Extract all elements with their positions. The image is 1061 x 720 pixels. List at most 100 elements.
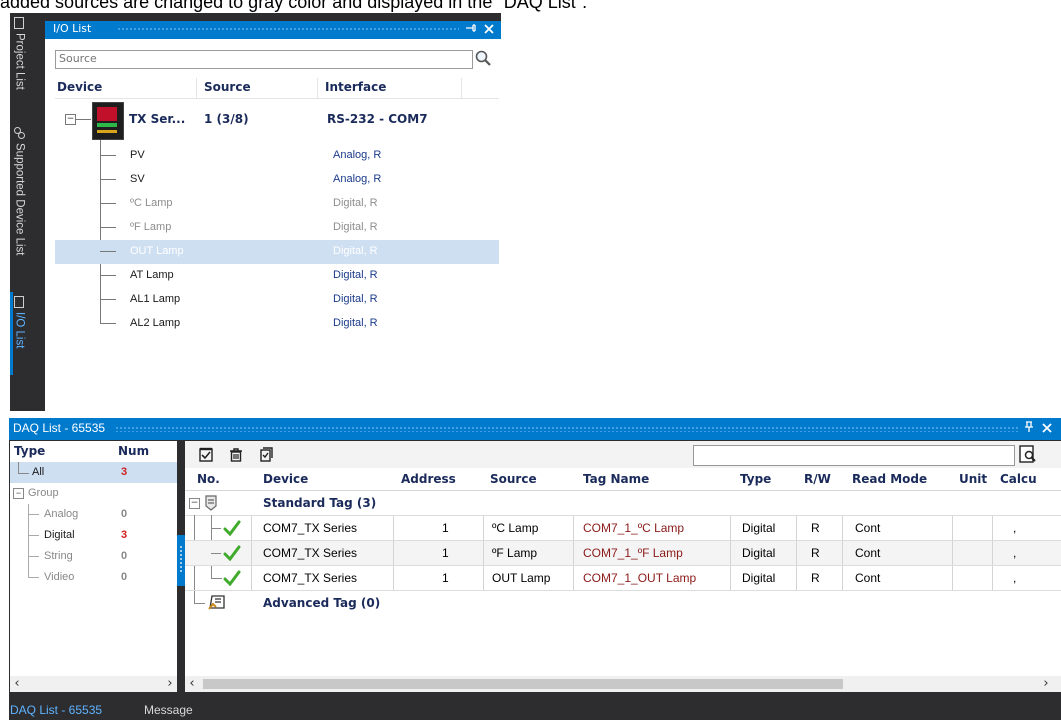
collapse-icon[interactable]: − <box>13 488 24 499</box>
side-tab-project-list[interactable]: Project List <box>10 13 29 109</box>
tree-line <box>29 514 39 515</box>
scroll-left-icon[interactable]: ‹ <box>185 676 199 692</box>
scroll-left-icon[interactable]: ‹ <box>10 676 24 692</box>
cell-divider <box>573 541 574 565</box>
list-icon <box>14 17 24 29</box>
pin-icon[interactable] <box>1021 420 1037 438</box>
daq-toolbar <box>185 441 1061 468</box>
device-source-count: 1 (3/8) <box>204 112 249 126</box>
source-row-c-lamp[interactable]: ºC Lamp Digital, R <box>55 192 499 216</box>
tag-row[interactable]: COM7_TX Series 1 ºF Lamp COM7_1_ºF Lamp … <box>185 541 1061 566</box>
cell-divider <box>393 516 394 540</box>
type-row-all[interactable]: All 3 <box>10 462 177 483</box>
type-count: 0 <box>121 508 128 520</box>
col-rw[interactable]: R/W <box>804 472 831 486</box>
type-row-string[interactable]: String 0 <box>10 546 177 567</box>
check-all-icon[interactable] <box>195 445 217 465</box>
cell-device: COM7_TX Series <box>263 521 358 535</box>
type-filter-panel: Type Num All 3 − Group Analog 0 Digital … <box>10 441 177 692</box>
search-icon[interactable] <box>474 49 492 67</box>
tree-line <box>29 535 39 536</box>
type-row-digital[interactable]: Digital 3 <box>10 525 177 546</box>
cell-tag-name: COM7_1_OUT Lamp <box>583 571 697 585</box>
group-row-standard[interactable]: − Standard Tag (3) <box>185 491 1061 516</box>
side-tab-supported-device-list[interactable]: Supported Device List <box>10 123 29 295</box>
type-row-analog[interactable]: Analog 0 <box>10 504 177 525</box>
daq-list-title: DAQ List - 65535 <box>13 421 106 435</box>
side-tab-label: Supported Device List <box>13 143 26 256</box>
col-unit[interactable]: Unit <box>959 472 987 486</box>
cell-divider <box>483 516 484 540</box>
cell-divider <box>573 516 574 540</box>
tree-line <box>100 299 116 300</box>
source-row-al2-lamp[interactable]: AL2 Lamp Digital, R <box>55 312 499 336</box>
splitter-grip[interactable] <box>177 535 185 586</box>
tree-line <box>100 227 116 228</box>
search-icon[interactable] <box>1018 444 1040 466</box>
cell-divider <box>483 566 484 590</box>
cell-divider <box>992 566 993 590</box>
tree-line <box>29 556 39 557</box>
col-device[interactable]: Device <box>263 472 308 486</box>
close-icon[interactable] <box>481 21 497 39</box>
daq-list-titlebar: DAQ List - 65535 <box>9 418 1061 440</box>
daq-tag-panel: No. Device Address Source Tag Name Type … <box>185 441 1061 692</box>
type-panel-scrollbar[interactable]: ‹ › <box>10 676 177 692</box>
io-search-field[interactable] <box>55 50 473 69</box>
col-source[interactable]: Source <box>204 80 251 94</box>
collapse-icon[interactable]: − <box>189 498 200 509</box>
side-tab-io-list[interactable]: I/O List <box>10 292 29 375</box>
grid-scrollbar[interactable]: ‹ › <box>185 676 1061 692</box>
source-row-sv[interactable]: SV Analog, R <box>55 168 499 192</box>
pin-icon[interactable] <box>463 21 479 39</box>
cell-divider <box>251 516 252 540</box>
tab-message[interactable]: Message <box>144 703 193 717</box>
tag-row[interactable]: COM7_TX Series 1 ºC Lamp COM7_1_ºC Lamp … <box>185 516 1061 541</box>
scroll-right-icon[interactable]: › <box>1039 676 1053 692</box>
source-row-al1-lamp[interactable]: AL1 Lamp Digital, R <box>55 288 499 312</box>
tag-search-field[interactable] <box>693 445 1015 466</box>
source-row-at-lamp[interactable]: AT Lamp Digital, R <box>55 264 499 288</box>
delete-icon[interactable] <box>225 445 247 465</box>
col-address[interactable]: Address <box>401 472 456 486</box>
device-name: TX Ser... <box>129 112 186 126</box>
group-label: Advanced Tag (0) <box>263 596 381 610</box>
source-row-f-lamp[interactable]: ºF Lamp Digital, R <box>55 216 499 240</box>
panel-splitter[interactable] <box>177 441 185 692</box>
cell-divider <box>796 516 797 540</box>
col-read-mode[interactable]: Read Mode <box>852 472 927 486</box>
col-device[interactable]: Device <box>57 80 102 94</box>
col-tag-name[interactable]: Tag Name <box>583 472 649 486</box>
source-row-out-lamp[interactable]: OUT Lamp Digital, R <box>55 240 499 264</box>
type-row-group[interactable]: − Group <box>10 483 177 504</box>
cell-divider <box>992 541 993 565</box>
cell-address: 1 <box>442 546 449 560</box>
scroll-thumb[interactable] <box>203 679 843 689</box>
io-search-input[interactable] <box>56 51 472 66</box>
cell-type: Digital <box>742 571 776 585</box>
col-no[interactable]: No. <box>197 472 220 486</box>
io-icon <box>14 296 24 308</box>
col-type[interactable]: Type <box>14 444 45 458</box>
advanced-tag-icon <box>207 594 227 615</box>
cell-source: ºF Lamp <box>492 546 538 560</box>
cell-divider <box>952 516 953 540</box>
tree-line <box>100 323 116 324</box>
tag-settings-icon[interactable] <box>255 445 277 465</box>
tag-row[interactable]: COM7_TX Series 1 OUT Lamp COM7_1_OUT Lam… <box>185 566 1061 591</box>
cell-divider <box>796 566 797 590</box>
col-num[interactable]: Num <box>118 444 149 458</box>
source-name: AL2 Lamp <box>130 317 181 329</box>
col-interface[interactable]: Interface <box>325 80 386 94</box>
col-type[interactable]: Type <box>740 472 771 486</box>
tab-daq-list[interactable]: DAQ List - 65535 <box>10 703 102 717</box>
col-calc[interactable]: Calcu <box>1000 472 1037 486</box>
device-row[interactable]: − TX Ser... 1 (3/8) RS-232 - COM7 <box>55 100 499 140</box>
group-row-advanced[interactable]: Advanced Tag (0) <box>185 591 1061 615</box>
col-source[interactable]: Source <box>490 472 537 486</box>
close-icon[interactable] <box>1039 420 1055 438</box>
scroll-right-icon[interactable]: › <box>163 676 177 692</box>
type-row-video[interactable]: Vidieo 0 <box>10 567 177 588</box>
source-row-pv[interactable]: PV Analog, R <box>55 144 499 168</box>
tag-search-input[interactable] <box>694 446 1014 463</box>
